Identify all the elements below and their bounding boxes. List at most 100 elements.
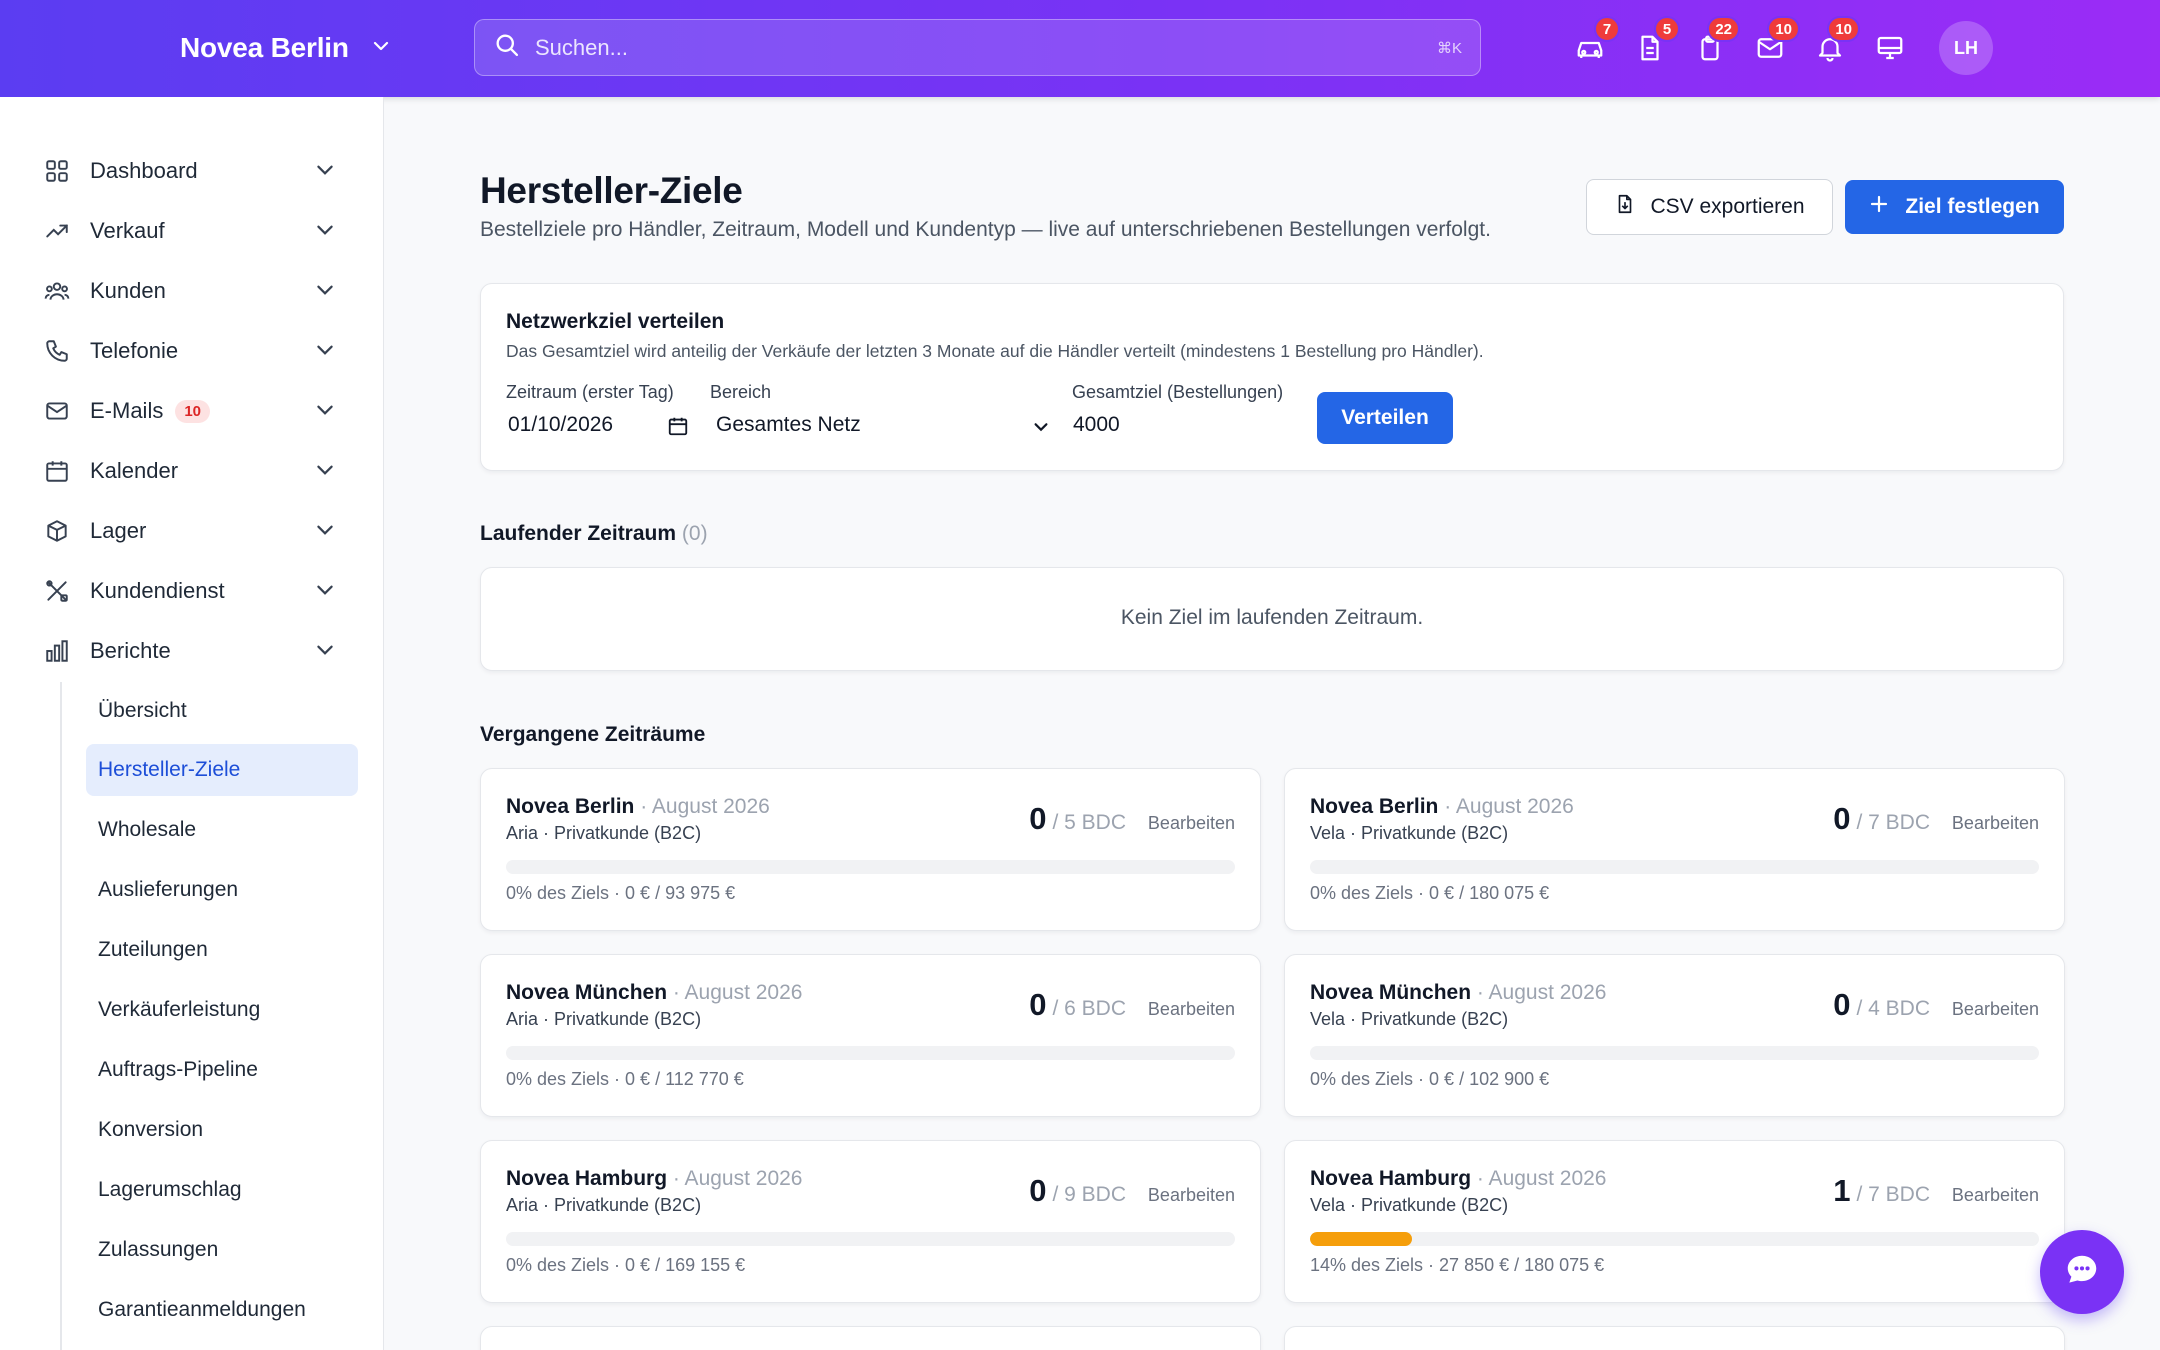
period-date-input[interactable]: 01/10/2026 — [508, 413, 613, 437]
current-period-title: Laufender Zeitraum — [480, 522, 677, 545]
notification-badge: 22 — [1707, 16, 1740, 42]
page-title: Hersteller-Ziele — [480, 170, 743, 211]
total-target-label: Gesamtziel (Bestellungen) — [1072, 382, 1284, 402]
chat-button[interactable] — [2040, 1230, 2124, 1314]
set-target-label: Ziel festlegen — [1905, 195, 2040, 218]
edit-button[interactable]: Bearbeiten — [1148, 1185, 1235, 1206]
sidebar-item-kunden[interactable]: Kunden — [42, 268, 348, 314]
progress-bar — [506, 860, 1235, 874]
sidebar-subitem-uebersicht[interactable]: Übersicht — [86, 685, 358, 737]
target-card-heading: Novea Hamburg · August 2026 — [1310, 1167, 1607, 1191]
sidebar-subitem-wholesale[interactable]: Wholesale — [86, 804, 358, 856]
current-period-count: (0) — [681, 522, 708, 545]
progress-bar — [1310, 860, 2039, 874]
chevron-down-icon — [1032, 418, 1050, 441]
bell-icon[interactable]: 10 — [1812, 16, 1860, 66]
sidebar-item-label: Telefonie — [90, 338, 179, 363]
distribute-target-card: Netzwerkziel verteilen Das Gesamtziel wi… — [480, 283, 2064, 471]
page-subtitle: Bestellziele pro Händler, Zeitraum, Mode… — [480, 218, 1491, 241]
period-label: · August 2026 — [1476, 981, 1607, 1004]
distribute-button[interactable]: Verteilen — [1317, 392, 1453, 444]
dealer-name: Novea Hamburg — [1310, 1167, 1472, 1190]
target-card — [480, 1326, 1261, 1350]
tools-icon — [42, 576, 72, 606]
progress-fill — [1310, 1232, 1413, 1246]
sidebar-item-label: Kundendienst — [90, 578, 225, 603]
distribute-description: Das Gesamtziel wird anteilig der Verkäuf… — [506, 341, 1484, 361]
target-orders: / 7 BDC — [1856, 811, 1930, 834]
sidebar-item-verkauf[interactable]: Verkauf — [42, 208, 348, 254]
submenu-rail — [60, 682, 62, 1350]
actual-orders: 1 — [1833, 1173, 1851, 1208]
sidebar-item-kundendienst[interactable]: Kundendienst — [42, 568, 348, 614]
sidebar-subitem-auftrags-pipeline[interactable]: Auftrags-Pipeline — [86, 1044, 358, 1096]
chevron-down-icon — [314, 459, 336, 486]
target-summary: 0% des Ziels · 0 € / 112 770 € — [506, 1069, 744, 1089]
mail-icon — [42, 396, 72, 426]
set-target-button[interactable]: Ziel festlegen — [1845, 180, 2064, 234]
actual-orders: 0 — [1833, 987, 1851, 1022]
calendar-icon[interactable] — [667, 415, 689, 442]
chevron-down-icon — [314, 579, 336, 606]
sidebar-item-dashboard[interactable]: Dashboard — [42, 148, 348, 194]
search-input[interactable] — [535, 34, 1415, 61]
notification-badge: 7 — [1594, 16, 1620, 42]
target-card: Novea München · August 2026 Aria · Priva… — [480, 954, 1261, 1117]
sidebar-item-berichte[interactable]: Berichte — [42, 628, 348, 674]
dealer-name: Novea München — [1310, 981, 1472, 1004]
order-count: 0/ 6 BDC — [1029, 987, 1126, 1023]
total-target-input[interactable]: 4000 — [1073, 413, 1120, 437]
avatar[interactable]: LH — [1939, 21, 1993, 75]
target-orders: / 6 BDC — [1052, 997, 1126, 1020]
sidebar-subitem-zuteilungen[interactable]: Zuteilungen — [86, 924, 358, 976]
grid-icon — [42, 156, 72, 186]
sidebar-subitem-garantieanmeldungen[interactable]: Garantieanmeldungen — [86, 1284, 358, 1336]
sidebar-subitem-konversion[interactable]: Konversion — [86, 1104, 358, 1156]
order-count: 0/ 5 BDC — [1029, 801, 1126, 837]
unread-badge: 10 — [175, 399, 211, 423]
search-shortcut: ⌘K — [1436, 39, 1462, 57]
period-label: · August 2026 — [640, 795, 770, 818]
edit-button[interactable]: Bearbeiten — [1952, 999, 2039, 1020]
csv-export-button[interactable]: CSV exportieren — [1586, 179, 1833, 235]
target-card: Novea München · August 2026 Vela · Priva… — [1284, 954, 2065, 1117]
dealer-name: Novea Berlin — [506, 795, 635, 818]
edit-button[interactable]: Bearbeiten — [1148, 999, 1235, 1020]
period-label: · August 2026 — [1476, 1167, 1607, 1190]
target-card — [1284, 1326, 2065, 1350]
clipboard-icon[interactable]: 22 — [1692, 16, 1740, 66]
edit-button[interactable]: Bearbeiten — [1148, 813, 1235, 834]
target-orders: / 9 BDC — [1052, 1183, 1126, 1206]
target-card: Novea Berlin · August 2026 Aria · Privat… — [480, 768, 1261, 931]
target-summary: 0% des Ziels · 0 € / 102 900 € — [1310, 1069, 1550, 1089]
top-bar: Novea Berlin ⌘K 7 5 22 10 10 LH — [0, 0, 2160, 97]
users-icon — [42, 276, 72, 306]
order-count: 1/ 7 BDC — [1833, 1173, 1930, 1209]
sidebar-subitem-verkaeuferleistung[interactable]: Verkäuferleistung — [86, 984, 358, 1036]
car-icon[interactable]: 7 — [1572, 16, 1620, 66]
scope-select[interactable]: Gesamtes Netz — [716, 413, 861, 437]
monitor-icon[interactable] — [1872, 30, 1908, 66]
chevron-down-icon — [314, 339, 336, 366]
sidebar-subitem-hersteller-ziele[interactable]: Hersteller-Ziele — [86, 744, 358, 796]
chevron-down-icon — [314, 519, 336, 546]
plus-icon — [1869, 194, 1889, 220]
global-search[interactable]: ⌘K — [474, 19, 1481, 76]
model-customer-type: Vela · Privatkunde (B2C) — [1310, 823, 1509, 843]
sidebar-subitem-zulassungen[interactable]: Zulassungen — [86, 1224, 358, 1276]
trending-up-icon — [42, 216, 72, 246]
chevron-down-icon — [314, 639, 336, 666]
sidebar-subitem-auslieferungen[interactable]: Auslieferungen — [86, 864, 358, 916]
sidebar-subitem-lagerumschlag[interactable]: Lagerumschlag — [86, 1164, 358, 1216]
sidebar-item-emails[interactable]: E-Mails 10 — [42, 388, 348, 434]
edit-button[interactable]: Bearbeiten — [1952, 813, 2039, 834]
sidebar-item-label: E-Mails — [90, 398, 164, 423]
location-switcher[interactable]: Novea Berlin — [180, 28, 391, 68]
edit-button[interactable]: Bearbeiten — [1952, 1185, 2039, 1206]
mail-icon[interactable]: 10 — [1752, 16, 1800, 66]
document-icon[interactable]: 5 — [1632, 16, 1680, 66]
model-customer-type: Aria · Privatkunde (B2C) — [506, 1009, 702, 1029]
sidebar-item-lager[interactable]: Lager — [42, 508, 348, 554]
sidebar-item-telefonie[interactable]: Telefonie — [42, 328, 348, 374]
sidebar-item-kalender[interactable]: Kalender — [42, 448, 348, 494]
